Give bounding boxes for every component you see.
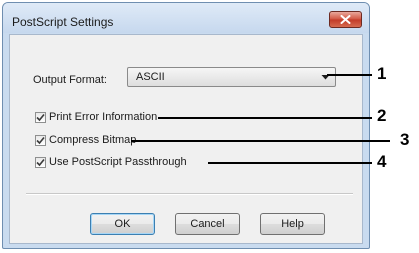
- callout-number-2: 2: [377, 106, 387, 125]
- dialog-title: PostScript Settings: [12, 15, 114, 29]
- cancel-button[interactable]: Cancel: [175, 213, 240, 235]
- separator: [26, 193, 353, 195]
- output-format-label: Output Format:: [33, 74, 107, 86]
- output-format-select[interactable]: ASCII: [127, 67, 336, 87]
- ok-button[interactable]: OK: [90, 213, 155, 235]
- close-button[interactable]: [329, 11, 362, 28]
- checkmark-icon: [36, 113, 45, 122]
- callout-number-3: 3: [400, 130, 410, 149]
- print-error-information-label[interactable]: Print Error Information: [49, 111, 157, 123]
- help-button[interactable]: Help: [260, 213, 325, 235]
- checkmark-icon: [36, 136, 45, 145]
- callout-number-4: 4: [377, 152, 387, 171]
- callout-line-3: [131, 140, 390, 142]
- title-bar[interactable]: PostScript Settings: [3, 3, 369, 33]
- postscript-settings-dialog: PostScript Settings: [2, 2, 370, 249]
- callout-line-1: [327, 74, 372, 76]
- use-postscript-passthrough-label[interactable]: Use PostScript Passthrough: [49, 156, 187, 168]
- checkmark-icon: [36, 158, 45, 167]
- compress-bitmap-label[interactable]: Compress Bitmap: [49, 134, 136, 146]
- use-postscript-passthrough-checkbox[interactable]: [35, 157, 46, 168]
- callout-line-4: [208, 162, 372, 164]
- close-icon: [340, 15, 351, 24]
- callout-number-1: 1: [377, 64, 387, 83]
- callout-line-2: [158, 117, 372, 119]
- output-format-value: ASCII: [136, 71, 165, 83]
- compress-bitmap-checkbox[interactable]: [35, 135, 46, 146]
- print-error-information-checkbox[interactable]: [35, 112, 46, 123]
